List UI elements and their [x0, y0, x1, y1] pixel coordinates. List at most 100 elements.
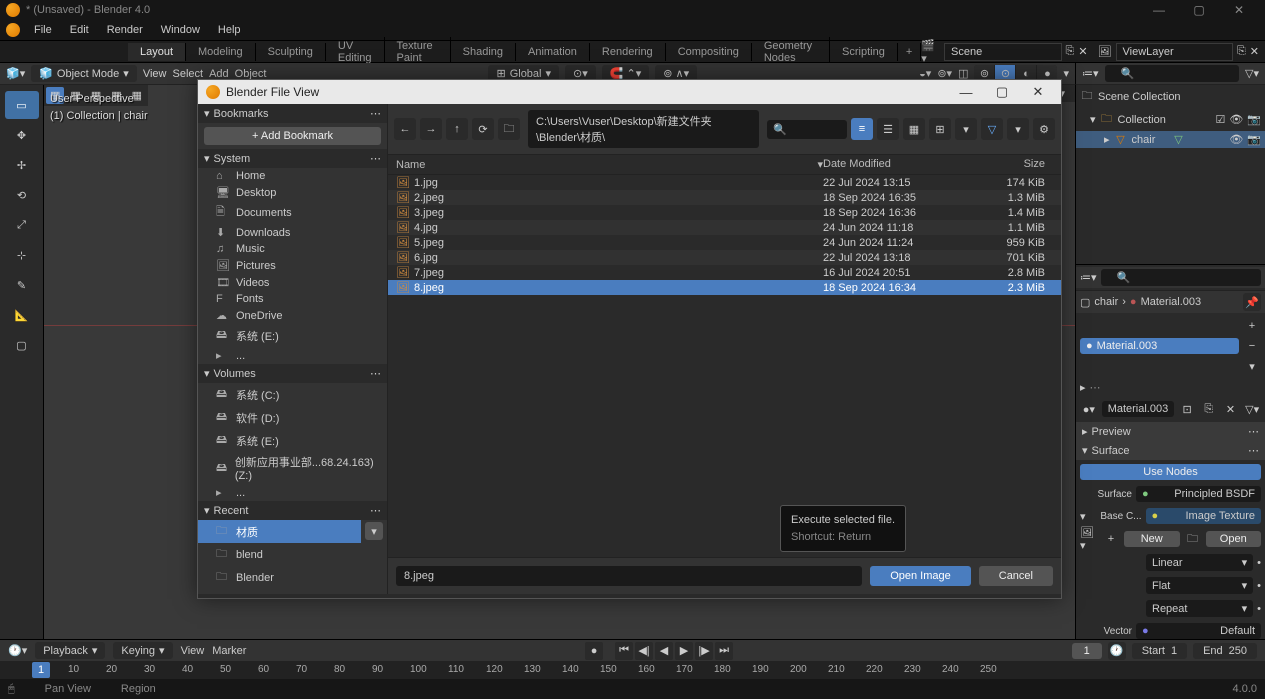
material-browse-icon[interactable]: ●▾: [1080, 400, 1098, 418]
timeline-view-menu[interactable]: View: [181, 645, 205, 657]
open-image-button[interactable]: Open: [1206, 531, 1262, 547]
tool-move[interactable]: ✢: [5, 151, 39, 179]
tool-measure[interactable]: 📐: [5, 301, 39, 329]
recent-0[interactable]: 🗀材质: [198, 520, 361, 543]
system-desktop[interactable]: 🖥Desktop: [198, 184, 387, 201]
viewlayer-icon[interactable]: 🖼: [1098, 45, 1112, 58]
material-dropdown[interactable]: ▽▾: [1243, 400, 1261, 418]
system-music[interactable]: ♫Music: [198, 241, 387, 257]
visibility-icon[interactable]: 👁: [1229, 133, 1243, 146]
outliner-collection[interactable]: ▾🗀 Collection ☑ 👁 📷: [1076, 108, 1265, 131]
surface-shader-dropdown[interactable]: ●Principled BSDF: [1136, 486, 1261, 502]
open-image-button[interactable]: Open Image: [870, 566, 971, 586]
pin-icon[interactable]: 📌: [1243, 293, 1261, 311]
expand-toggle[interactable]: ▾: [1080, 510, 1086, 523]
recent-header[interactable]: ▾Recent⋯: [198, 501, 387, 520]
exclude-toggle[interactable]: ☑: [1215, 113, 1225, 126]
mode-dropdown[interactable]: 🧊Object Mode▾: [31, 65, 137, 82]
slot-remove-button[interactable]: −: [1243, 337, 1261, 355]
blender-logo-icon[interactable]: [6, 23, 20, 37]
nav-forward-button[interactable]: →: [420, 118, 442, 140]
file-row[interactable]: 🖼8.jpeg18 Sep 2024 16:342.3 MiB: [388, 280, 1061, 295]
tool-rotate[interactable]: ⟲: [5, 181, 39, 209]
viewlayer-name-field[interactable]: ViewLayer: [1116, 43, 1233, 61]
folder-icon[interactable]: 🗀: [1184, 530, 1202, 548]
play-button[interactable]: ▶: [675, 642, 693, 660]
menu-edit[interactable]: Edit: [62, 22, 97, 38]
playhead[interactable]: 1: [32, 662, 50, 678]
props-search[interactable]: 🔍: [1101, 269, 1261, 286]
tab-texture[interactable]: Texture Paint: [385, 37, 451, 67]
props-editor-icon[interactable]: ≔▾: [1080, 271, 1097, 284]
tool-cursor[interactable]: ✥: [5, 121, 39, 149]
dialog-maximize-button[interactable]: ▢: [987, 84, 1017, 100]
use-nodes-button[interactable]: Use Nodes: [1080, 464, 1261, 480]
render-icon[interactable]: 📷: [1247, 133, 1261, 146]
editor-type-timeline-icon[interactable]: 🕐▾: [8, 644, 27, 657]
interpolation-dropdown[interactable]: Linear▾: [1146, 554, 1253, 571]
volume-more[interactable]: ▸...: [198, 484, 387, 501]
settings-button[interactable]: ⚙: [1033, 118, 1055, 140]
volume-z[interactable]: 🖴创新应用事业部...68.24.163) (Z:): [198, 452, 387, 484]
menu-window[interactable]: Window: [153, 22, 208, 38]
file-search-input[interactable]: 🔍: [767, 120, 847, 139]
filename-input[interactable]: 8.jpeg: [396, 566, 862, 586]
new-image-button[interactable]: New: [1124, 531, 1180, 547]
menu-render[interactable]: Render: [99, 22, 151, 38]
vector-dropdown[interactable]: ●Default: [1136, 623, 1261, 639]
breadcrumb-material[interactable]: Material.003: [1141, 296, 1202, 308]
system-downloads[interactable]: ⬇Downloads: [198, 224, 387, 241]
filter-button[interactable]: ▽: [981, 118, 1003, 140]
image-new-plus[interactable]: +: [1102, 530, 1120, 548]
system-drive-e[interactable]: 🖴系统 (E:): [198, 324, 387, 347]
preview-panel-header[interactable]: ▸Preview⋯: [1076, 422, 1265, 441]
tab-modeling[interactable]: Modeling: [186, 43, 256, 61]
basecolor-dropdown[interactable]: ●Image Texture: [1146, 508, 1261, 524]
tab-scripting[interactable]: Scripting: [830, 43, 898, 61]
recent-2[interactable]: 🗀Blender: [198, 566, 361, 589]
material-copy-icon[interactable]: ⎘: [1200, 400, 1218, 418]
tool-add-cube[interactable]: ▢: [5, 331, 39, 359]
material-nodes-icon[interactable]: ⊡: [1178, 400, 1196, 418]
view-list2-button[interactable]: ☰: [877, 118, 899, 140]
volumes-header[interactable]: ▾Volumes⋯: [198, 364, 387, 383]
outliner-search[interactable]: 🔍: [1105, 65, 1239, 82]
visibility-icon[interactable]: 👁: [1229, 113, 1243, 126]
bookmarks-header[interactable]: ▾Bookmarks⋯: [198, 104, 387, 123]
system-pictures[interactable]: 🖼Pictures: [198, 257, 387, 274]
tab-animation[interactable]: Animation: [516, 43, 590, 61]
tab-geonodes[interactable]: Geometry Nodes: [752, 37, 830, 67]
outliner-object-chair[interactable]: ▸▽ chair ▽ 👁 📷: [1076, 131, 1265, 148]
dialog-minimize-button[interactable]: ―: [951, 85, 981, 100]
tool-scale[interactable]: ⤢: [5, 211, 39, 239]
lock-range-icon[interactable]: 🕐: [1108, 642, 1126, 660]
material-slot[interactable]: ● Material.003: [1080, 338, 1239, 354]
filter-icon[interactable]: ▽▾: [1245, 67, 1259, 80]
slot-add-button[interactable]: +: [1243, 317, 1261, 335]
timeline-ruler[interactable]: 1 10 20 30 40 50 60 70 80 90 100 110 120…: [0, 661, 1265, 679]
jump-start-button[interactable]: ⏮: [615, 642, 633, 660]
scene-name-field[interactable]: Scene: [944, 43, 1061, 61]
tab-sculpting[interactable]: Sculpting: [256, 43, 326, 61]
viewlayer-delete-icon[interactable]: ✕: [1250, 45, 1259, 58]
system-header[interactable]: ▾System⋯: [198, 149, 387, 168]
file-row[interactable]: 🖼3.jpeg18 Sep 2024 16:361.4 MiB: [388, 205, 1061, 220]
menu-select[interactable]: Select: [172, 68, 203, 80]
tab-layout[interactable]: Layout: [128, 43, 186, 61]
volume-d[interactable]: 🖴软件 (D:): [198, 406, 387, 429]
scene-icon[interactable]: 🎬▾: [921, 39, 940, 65]
cancel-button[interactable]: Cancel: [979, 566, 1053, 586]
minimize-button[interactable]: ―: [1139, 0, 1179, 20]
nav-refresh-button[interactable]: ⟳: [472, 118, 494, 140]
menu-object[interactable]: Object: [235, 68, 267, 80]
file-row[interactable]: 🖼7.jpeg16 Jul 2024 20:512.8 MiB: [388, 265, 1061, 280]
expand-icon[interactable]: ▸: [1080, 381, 1086, 394]
path-input[interactable]: C:\Users\Vuser\Desktop\新建文件夹\Blender\材质\: [528, 110, 759, 148]
keyframe-next-button[interactable]: |▶: [695, 642, 713, 660]
view-list-button[interactable]: ≡: [851, 118, 873, 140]
tab-uv[interactable]: UV Editing: [326, 37, 385, 67]
system-more[interactable]: ▸...: [198, 347, 387, 364]
volume-c[interactable]: 🖴系统 (C:): [198, 383, 387, 406]
system-home[interactable]: ⌂Home: [198, 168, 387, 184]
nav-up-button[interactable]: ↑: [446, 118, 468, 140]
